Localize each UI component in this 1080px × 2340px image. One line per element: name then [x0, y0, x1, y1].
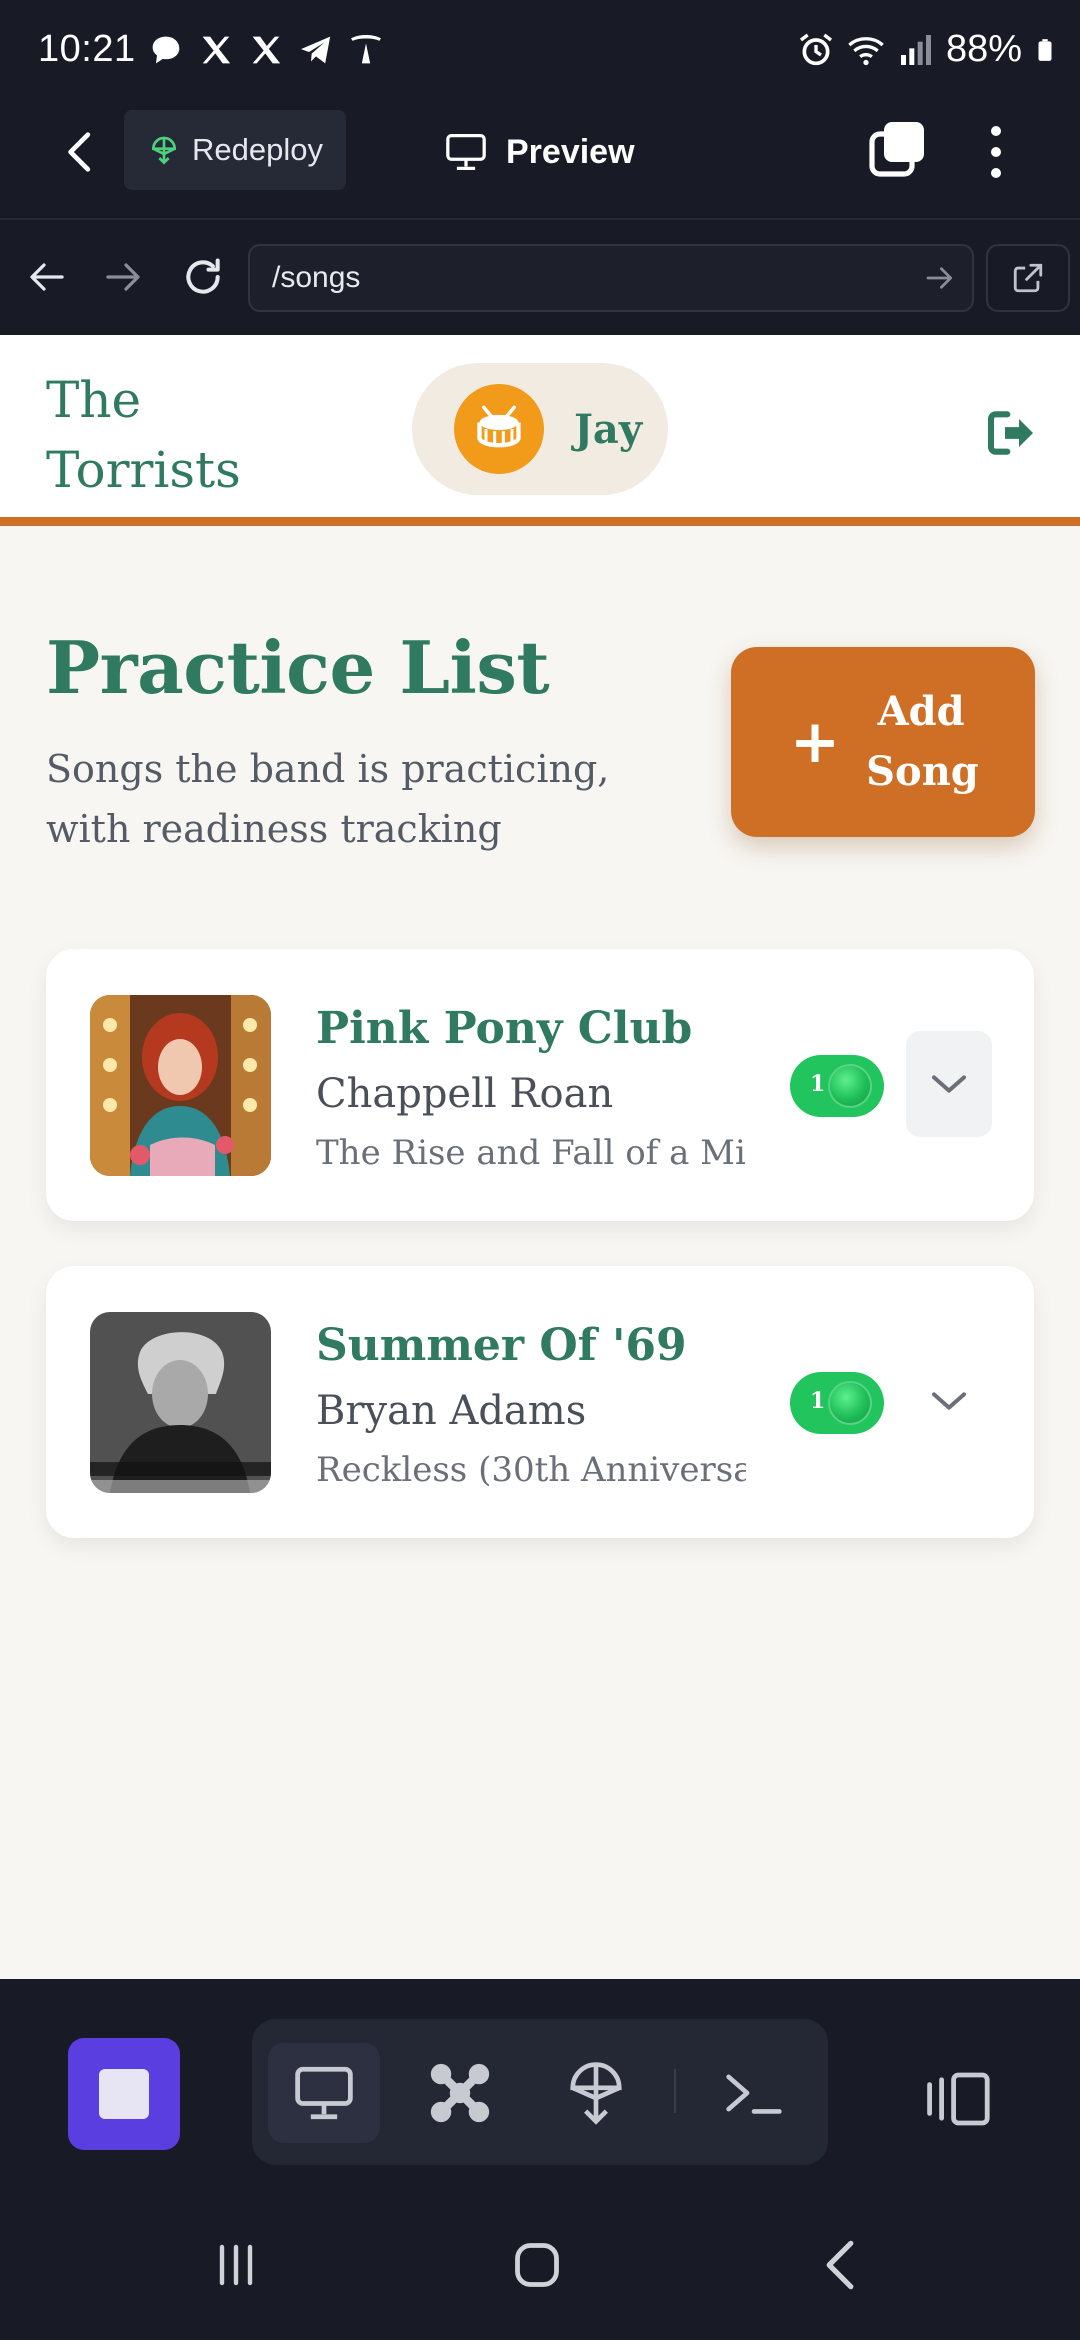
brand-name[interactable]: The Torrists	[46, 365, 241, 505]
app-toolbar: Redeploy Preview	[0, 102, 1080, 220]
chevron-left-icon	[826, 2240, 854, 2290]
readiness-toggle[interactable]: 1	[790, 1372, 884, 1434]
open-external-button[interactable]	[986, 244, 1070, 312]
more-options-button[interactable]	[978, 120, 1014, 184]
terminal-icon	[726, 2074, 782, 2114]
system-icons: 88%	[796, 28, 1058, 71]
bottom-dock	[0, 1979, 1080, 2195]
add-song-label: Add Song	[866, 688, 979, 795]
go-arrow-icon[interactable]	[924, 262, 956, 294]
status-time: 10:21	[38, 28, 136, 70]
url-bar: /songs	[0, 222, 1080, 335]
song-album: Reckless (30th Anniversa...	[316, 1450, 746, 1490]
brand-text: The Torrists	[46, 371, 241, 499]
home-icon	[515, 2243, 559, 2287]
expand-button[interactable]	[906, 1031, 992, 1137]
dock-agent-button[interactable]	[404, 2043, 516, 2143]
tabs-icon	[869, 122, 924, 177]
system-back-button[interactable]	[800, 2235, 880, 2295]
notification-icons	[146, 30, 386, 70]
redeploy-button[interactable]: Redeploy	[124, 110, 346, 190]
tabs-button[interactable]	[868, 118, 928, 182]
song-album: The Rise and Fall of a Mi...	[316, 1133, 746, 1173]
dock-shell-button[interactable]	[698, 2043, 810, 2143]
alarm-icon	[799, 33, 832, 65]
monitor-icon	[295, 2066, 353, 2120]
preview-label: Preview	[506, 132, 635, 171]
dot-icon	[991, 168, 1001, 178]
song-artist: Chappell Roan	[316, 1071, 614, 1117]
readiness-toggle[interactable]: 1	[790, 1055, 884, 1117]
battery-icon	[1038, 38, 1052, 61]
home-button[interactable]	[497, 2235, 577, 2295]
stop-icon	[99, 2069, 149, 2119]
readiness-value: 1	[810, 1388, 826, 1414]
tesla-icon	[351, 35, 381, 64]
dock-preview-button[interactable]	[268, 2043, 380, 2143]
chevron-down-icon	[932, 1075, 966, 1093]
reload-button[interactable]	[178, 252, 228, 302]
song-card[interactable]: Summer Of '69 Bryan Adams Reckless (30th…	[46, 1266, 1034, 1538]
album-cover	[90, 1312, 271, 1493]
song-artist: Bryan Adams	[316, 1388, 587, 1434]
dock-divider	[674, 2069, 676, 2113]
user-profile-pill[interactable]: Jay	[412, 363, 668, 495]
logout-icon	[987, 411, 1033, 455]
deploy-icon	[570, 2062, 622, 2125]
signal-icon	[900, 34, 931, 65]
recents-icon	[219, 2244, 253, 2286]
external-link-icon	[1013, 263, 1043, 293]
arrow-left-icon	[30, 263, 64, 291]
stop-button[interactable]	[68, 2038, 180, 2150]
page-title: Practice List	[46, 625, 550, 710]
song-title: Pink Pony Club	[316, 1003, 693, 1054]
chat-bubble-icon	[152, 36, 180, 64]
dot-icon	[991, 126, 1001, 136]
site-header: The Torrists Jay	[0, 335, 1080, 526]
readiness-knob	[830, 1383, 870, 1423]
web-preview: The Torrists Jay Practice List Songs the…	[0, 335, 1080, 1979]
layout-toggle-button[interactable]	[920, 2069, 992, 2129]
deploy-icon	[151, 136, 177, 165]
recent-apps-button[interactable]	[196, 2235, 276, 2295]
browser-back-button[interactable]	[22, 252, 72, 302]
chevron-down-icon	[932, 1392, 966, 1410]
dock-deploy-button[interactable]	[540, 2043, 652, 2143]
plus-icon: +	[789, 707, 841, 777]
dot-icon	[991, 147, 1001, 157]
monitor-icon	[446, 133, 486, 170]
user-name: Jay	[574, 405, 643, 453]
preview-tab[interactable]: Preview	[444, 122, 635, 182]
redeploy-label: Redeploy	[192, 132, 323, 167]
logout-button[interactable]	[984, 405, 1040, 461]
add-song-button[interactable]: + Add Song	[731, 647, 1035, 837]
telegram-icon	[301, 36, 331, 64]
song-title: Summer Of '69	[316, 1320, 687, 1371]
x-logo-icon	[252, 36, 281, 64]
x-logo-icon	[202, 36, 231, 64]
expand-button[interactable]	[906, 1348, 992, 1454]
url-text: /songs	[272, 261, 361, 294]
status-bar: 10:21 88%	[0, 0, 1080, 102]
readiness-value: 1	[810, 1071, 826, 1097]
dock-tab-group	[252, 2019, 828, 2165]
agent-icon	[430, 2063, 490, 2123]
arrow-right-icon	[106, 263, 140, 291]
split-view-icon	[927, 2072, 990, 2126]
page-subtitle: Songs the band is practicing, with readi…	[46, 747, 610, 851]
system-navigation-bar	[0, 2187, 1080, 2340]
back-button[interactable]	[50, 122, 110, 182]
wifi-icon	[848, 36, 884, 65]
album-cover	[90, 995, 271, 1176]
browser-forward-button[interactable]	[98, 252, 148, 302]
readiness-knob	[830, 1066, 870, 1106]
drum-icon	[477, 405, 521, 448]
song-card[interactable]: Pink Pony Club Chappell Roan The Rise an…	[46, 949, 1034, 1221]
chevron-left-icon	[68, 132, 91, 172]
url-input[interactable]: /songs	[248, 244, 974, 312]
user-avatar	[454, 384, 544, 474]
reload-icon	[186, 258, 220, 294]
battery-percent: 88%	[945, 28, 1022, 70]
